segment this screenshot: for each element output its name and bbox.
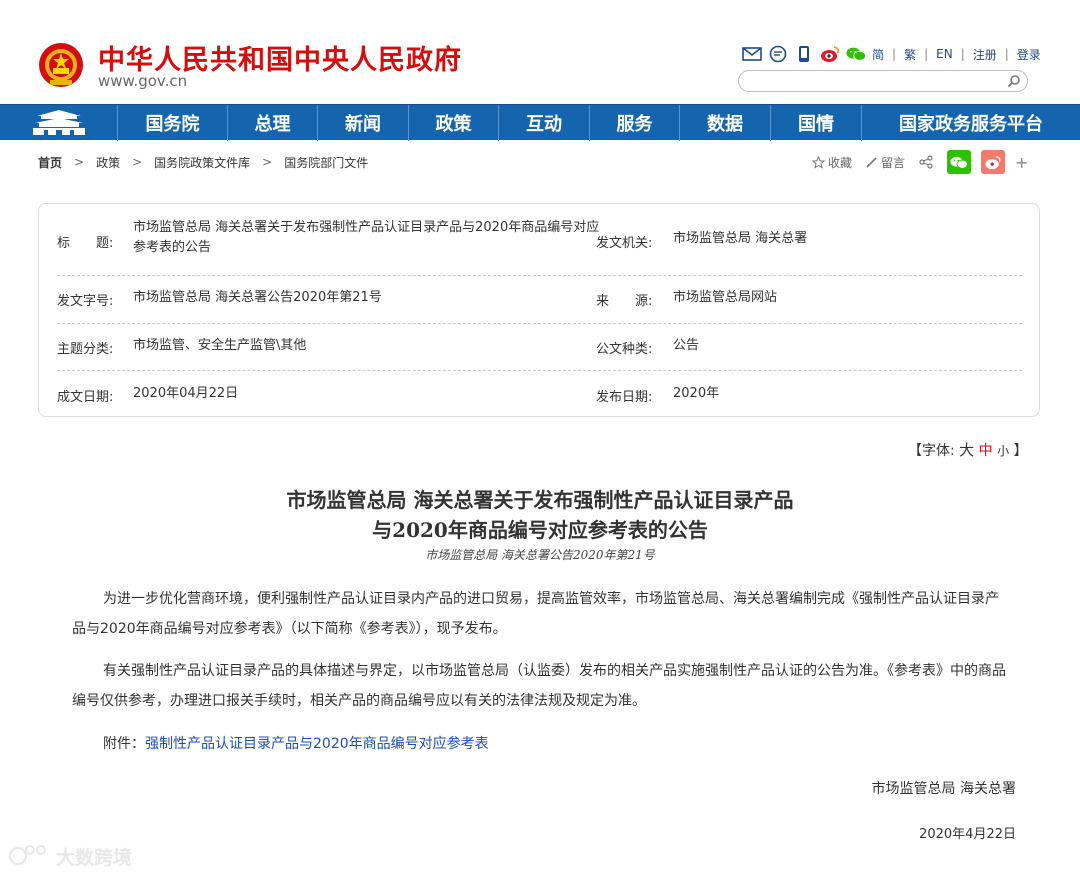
font-size-small[interactable]: 小 (997, 444, 1009, 458)
search-icon[interactable] (1007, 74, 1021, 88)
nav-item-service[interactable]: 服务 (589, 105, 679, 141)
meta-issuer-label: 发文机关: (596, 236, 653, 251)
nav-item-national-info[interactable]: 国情 (770, 105, 861, 141)
share-tools: 收藏 留言 + (812, 150, 1028, 174)
weibo-icon[interactable] (820, 44, 840, 64)
wechat-share-button[interactable] (947, 150, 972, 174)
comment-label: 留言 (881, 155, 906, 170)
search-box (738, 70, 1028, 92)
nav-item-state-council[interactable]: 国务院 (117, 105, 227, 141)
mail-icon[interactable] (742, 44, 762, 64)
breadcrumb-department-docs[interactable]: 国务院部门文件 (284, 154, 368, 171)
breadcrumb-policy[interactable]: 政策 (96, 154, 120, 171)
nav-item-data[interactable]: 数据 (679, 105, 770, 141)
meta-source-value: 市场监管总局网站 (673, 290, 778, 305)
divider: | (892, 47, 897, 61)
meta-docno-value: 市场监管总局 海关总署公告2020年第21号 (133, 290, 382, 305)
share-icon (919, 155, 933, 169)
meta-title-value: 市场监管总局 海关总署关于发布强制性产品认证目录产品与2020年商品编号对应参考… (133, 220, 600, 255)
wechat-icon (950, 156, 969, 169)
font-size-switcher: 【字体: 大 中 小 】 (908, 439, 1028, 460)
breadcrumb-home[interactable]: 首页 (38, 154, 62, 171)
divider: | (1004, 47, 1009, 61)
more-share-button[interactable]: + (1015, 153, 1028, 172)
weibo-share-button[interactable] (981, 150, 1006, 174)
article-date: 2020年4月22日 (919, 827, 1016, 842)
meta-docno-label: 发文字号: (57, 294, 114, 309)
meta-issuer-value: 市场监管总局 海关总署 (673, 231, 808, 246)
site-header: 中华人民共和国中央人民政府 www.gov.cn 简 | 繁 | EN | 注册… (0, 0, 1080, 104)
article-signature: 市场监管总局 海关总署 (871, 781, 1016, 797)
top-links: 简 | 繁 | EN | 注册 | 登录 (742, 42, 1041, 66)
article-paragraph: 为进一步优化营商环境，便利强制性产品认证目录内产品的进口贸易，提高监管效率，市场… (72, 591, 999, 637)
breadcrumb-policy-library[interactable]: 国务院政策文件库 (154, 154, 250, 171)
divider: | (960, 47, 965, 61)
meta-type-label: 公文种类: (596, 342, 653, 357)
divider (57, 370, 1022, 371)
favorite-button[interactable]: 收藏 (812, 154, 852, 171)
chevron-right-icon: > (74, 155, 85, 169)
meta-written-value: 2020年04月22日 (133, 386, 239, 401)
font-size-suffix: 】 (1013, 443, 1028, 459)
favorite-label: 收藏 (828, 155, 853, 170)
article-title-line2: 与2020年商品编号对应参考表的公告 (372, 518, 708, 542)
meta-written-label: 成文日期: (57, 390, 114, 405)
nav-item-policy[interactable]: 政策 (408, 105, 498, 141)
english-link[interactable]: EN (936, 47, 953, 61)
attachment-link[interactable]: 强制性产品认证目录产品与2020年商品编号对应参考表 (145, 736, 489, 752)
watermark: 大数跨境 (8, 842, 132, 870)
article-subtitle: 市场监管总局 海关总署公告2020年第21号 (425, 548, 655, 562)
simplified-link[interactable]: 简 (872, 46, 884, 63)
share-button[interactable] (919, 155, 933, 169)
watermark-logo-icon (9, 845, 46, 865)
breadcrumb: 首页 > 政策 > 国务院政策文件库 > 国务院部门文件 (38, 152, 368, 172)
comment-button[interactable]: 留言 (866, 154, 905, 171)
meta-source-label: 来 源: (596, 294, 653, 309)
register-link[interactable]: 注册 (973, 46, 997, 63)
divider: | (924, 47, 929, 61)
watermark-text: 大数跨境 (56, 846, 133, 869)
meta-type-value: 公告 (673, 338, 700, 353)
nav-item-premier[interactable]: 总理 (227, 105, 317, 141)
meta-published-label: 发布日期: (596, 390, 653, 405)
star-icon (812, 155, 825, 169)
nav-item-gov-service-platform[interactable]: 国家政务服务平台 (861, 105, 1080, 141)
chevron-right-icon: > (262, 155, 273, 169)
national-emblem-icon (39, 43, 83, 87)
attachment: 附件：强制性产品认证目录产品与2020年商品编号对应参考表 (103, 733, 489, 753)
divider (57, 275, 1022, 276)
nav-home[interactable] (0, 105, 117, 141)
nav-item-news[interactable]: 新闻 (317, 105, 408, 141)
attachment-label: 附件： (103, 736, 145, 752)
chevron-right-icon: > (132, 155, 143, 169)
document-meta: 标 题: 市场监管总局 海关总署关于发布强制性产品认证目录产品与2020年商品编… (38, 203, 1040, 417)
font-size-prefix: 【字体: (908, 443, 955, 459)
nav-item-interaction[interactable]: 互动 (498, 105, 589, 141)
main-nav: 国务院 总理 新闻 政策 互动 服务 数据 国情 国家政务服务平台 (0, 104, 1080, 141)
meta-topic-value: 市场监管、安全生产监管\其他 (133, 338, 307, 353)
article-paragraph: 有关强制性产品认证目录产品的具体描述与界定，以市场监管总局（认监委）发布的相关产… (72, 663, 1006, 709)
meta-title-label: 标 题: (57, 236, 114, 251)
site-url[interactable]: www.gov.cn (98, 72, 187, 90)
search-input[interactable] (751, 73, 1001, 89)
mobile-icon[interactable] (794, 44, 814, 64)
message-icon[interactable] (768, 44, 788, 64)
wechat-icon[interactable] (846, 44, 866, 64)
meta-published-value: 2020年 (673, 386, 720, 401)
weibo-icon (985, 155, 1001, 169)
divider (57, 323, 1022, 324)
font-size-large[interactable]: 大 (959, 441, 974, 459)
pencil-icon (866, 157, 877, 168)
meta-topic-label: 主题分类: (57, 342, 114, 357)
article-title-line1: 市场监管总局 海关总署关于发布强制性产品认证目录产品 (286, 488, 794, 512)
login-link[interactable]: 登录 (1017, 46, 1041, 63)
tiananmen-icon (32, 110, 85, 135)
font-size-medium[interactable]: 中 (979, 443, 993, 459)
traditional-link[interactable]: 繁 (904, 46, 916, 63)
